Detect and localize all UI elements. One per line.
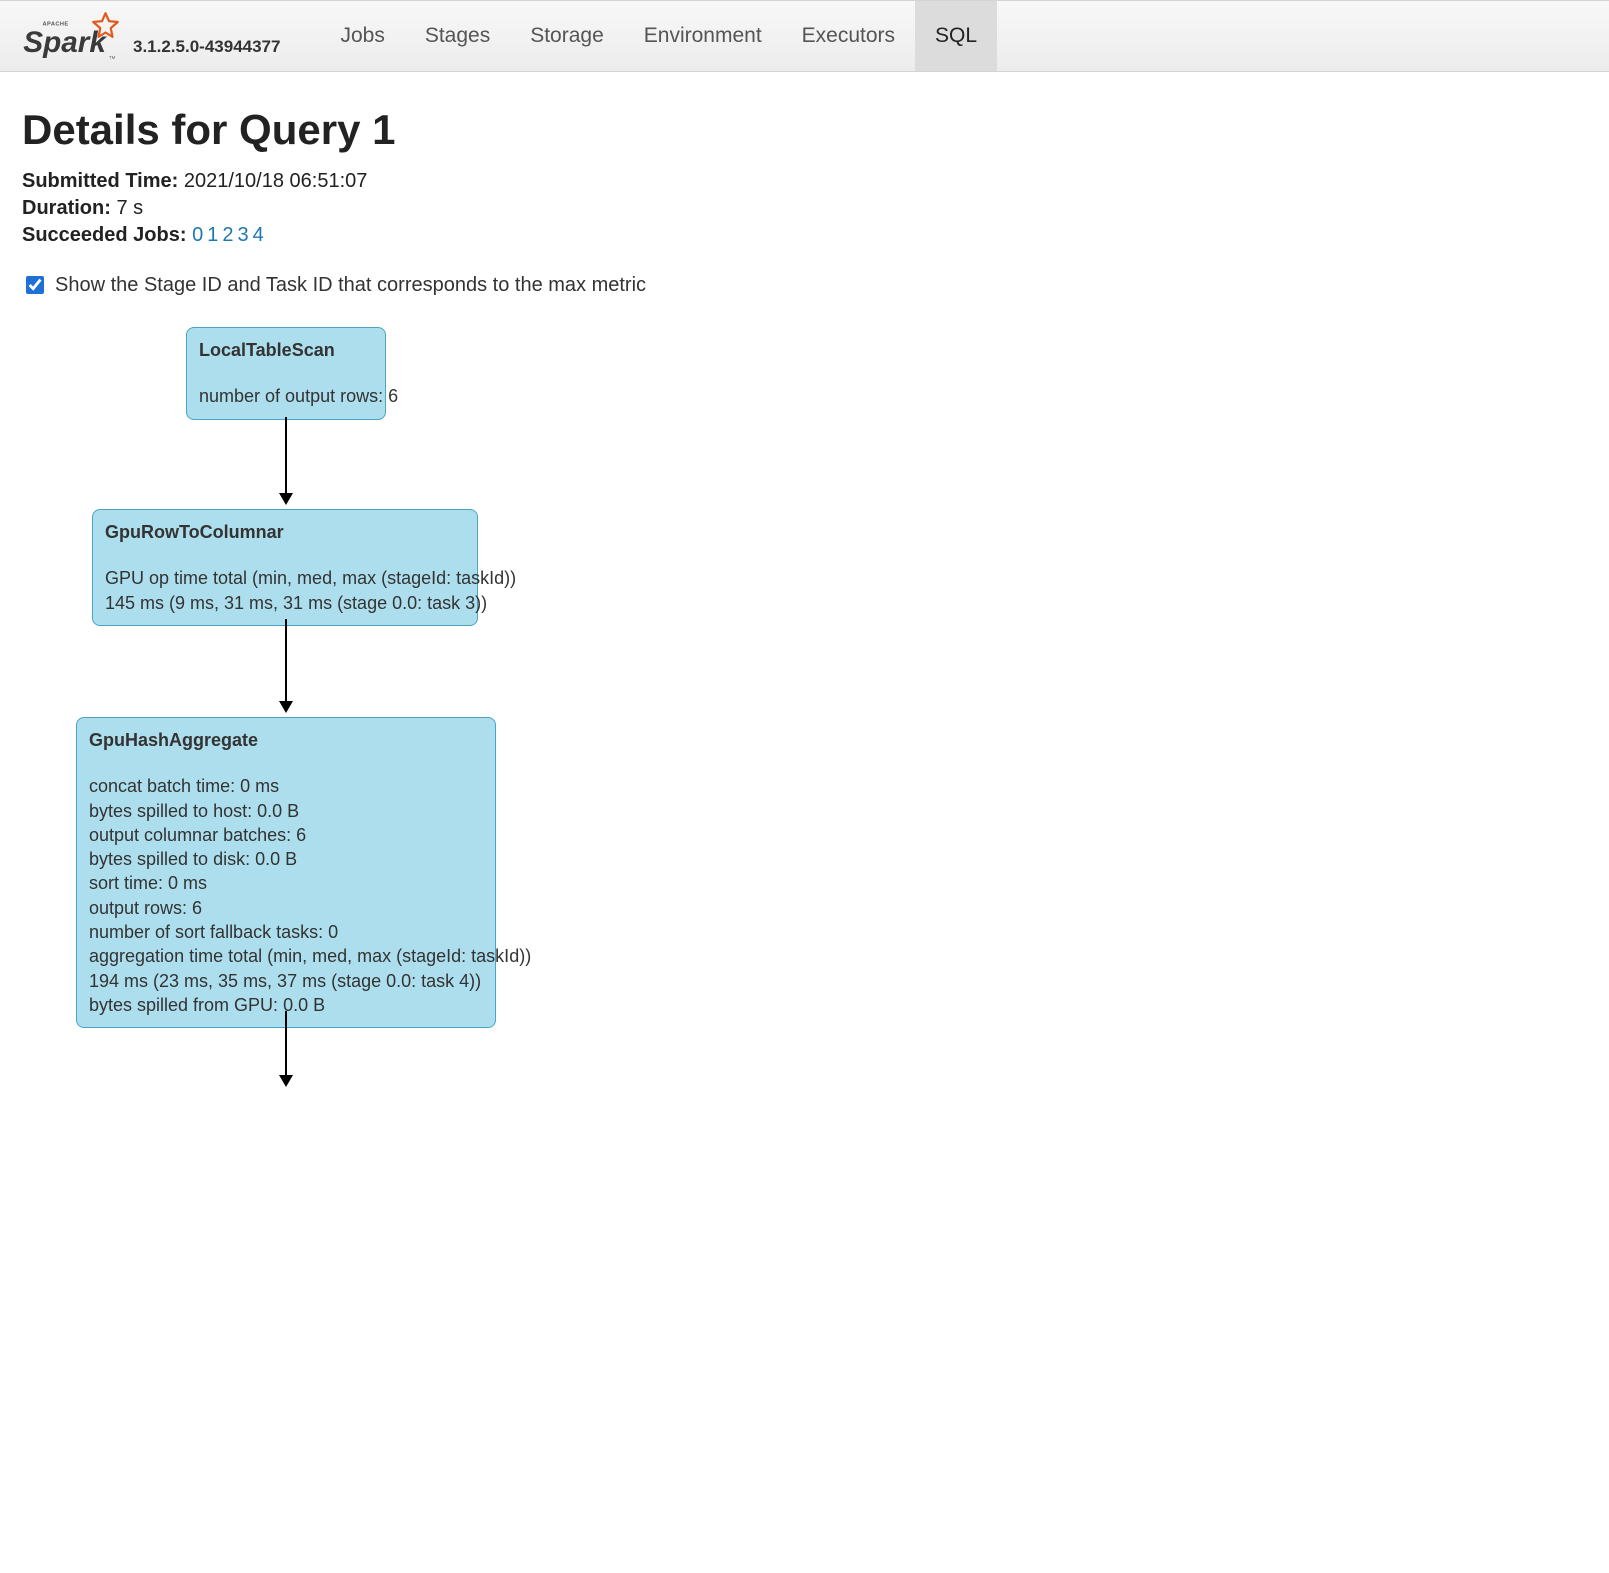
submitted-time-label: Submitted Time: xyxy=(22,170,178,192)
version-label: 3.1.2.5.0-43944377 xyxy=(133,37,280,57)
duration-label: Duration: xyxy=(22,197,111,219)
dag-node-metric: 145 ms (9 ms, 31 ms, 31 ms (stage 0.0: t… xyxy=(105,591,465,615)
nav-tab-environment[interactable]: Environment xyxy=(624,1,782,71)
succeeded-job-link[interactable]: 1 xyxy=(207,224,218,246)
dag-node-local-table-scan[interactable]: LocalTableScan number of output rows: 6 xyxy=(186,327,386,420)
succeeded-jobs-links: 01234 xyxy=(192,224,268,246)
show-stage-checkbox-label: Show the Stage ID and Task ID that corre… xyxy=(55,274,646,297)
dag-edge-arrowhead-icon xyxy=(279,1075,293,1087)
dag-edge-arrowhead-icon xyxy=(279,493,293,505)
dag-node-metric: output rows: 6 xyxy=(89,896,483,920)
succeeded-job-link[interactable]: 4 xyxy=(253,224,264,246)
brand: APACHE Spark TM 3.1.2.5.0-43944377 xyxy=(18,9,280,63)
submitted-time-value: 2021/10/18 06:51:07 xyxy=(184,170,368,192)
dag-node-gpu-hash-aggregate[interactable]: GpuHashAggregateconcat batch time: 0 msb… xyxy=(76,717,496,1028)
nav-tabs: JobsStagesStorageEnvironmentExecutorsSQL xyxy=(320,1,997,71)
nav-tab-storage[interactable]: Storage xyxy=(510,1,624,71)
show-stage-checkbox[interactable] xyxy=(26,276,44,294)
show-stage-checkbox-row[interactable]: Show the Stage ID and Task ID that corre… xyxy=(22,273,1587,297)
dag-node-metric: bytes spilled to disk: 0.0 B xyxy=(89,847,483,871)
svg-text:TM: TM xyxy=(109,55,116,60)
dag-edge xyxy=(285,1011,287,1077)
dag-node-metric: sort time: 0 ms xyxy=(89,871,483,895)
page-content: Details for Query 1 Submitted Time: 2021… xyxy=(0,72,1609,1107)
nav-tab-sql[interactable]: SQL xyxy=(915,1,997,71)
dag-node-gpu-row-to-columnar[interactable]: GpuRowToColumnar GPU op time total (min, … xyxy=(92,509,478,626)
succeeded-job-link[interactable]: 2 xyxy=(222,224,233,246)
submitted-time-line: Submitted Time: 2021/10/18 06:51:07 xyxy=(22,170,1587,193)
dag-node-title: GpuRowToColumnar xyxy=(105,520,465,544)
navbar: APACHE Spark TM 3.1.2.5.0-43944377 JobsS… xyxy=(0,0,1609,72)
dag-node-metric: aggregation time total (min, med, max (s… xyxy=(89,944,483,968)
dag-node-title: GpuHashAggregate xyxy=(89,728,483,752)
spark-logo-icon: APACHE Spark TM xyxy=(18,9,123,63)
dag-edge-arrowhead-icon xyxy=(279,701,293,713)
succeeded-job-link[interactable]: 3 xyxy=(237,224,248,246)
dag-node-metric: 194 ms (23 ms, 35 ms, 37 ms (stage 0.0: … xyxy=(89,969,483,993)
succeeded-jobs-line: Succeeded Jobs: 01234 xyxy=(22,224,1587,247)
dag-edge xyxy=(285,417,287,495)
dag-node-metric: number of sort fallback tasks: 0 xyxy=(89,920,483,944)
dag-node-metric: GPU op time total (min, med, max (stageI… xyxy=(105,566,465,590)
succeeded-job-link[interactable]: 0 xyxy=(192,224,203,246)
nav-tab-jobs[interactable]: Jobs xyxy=(320,1,404,71)
dag-node-metric: output columnar batches: 6 xyxy=(89,823,483,847)
succeeded-jobs-label: Succeeded Jobs: xyxy=(22,224,187,246)
dag-node-title: LocalTableScan xyxy=(199,338,373,362)
dag-visualization: LocalTableScan number of output rows: 6 Gp… xyxy=(22,327,1587,1087)
dag-node-metric: concat batch time: 0 ms xyxy=(89,774,483,798)
svg-text:Spark: Spark xyxy=(23,26,107,59)
page-title: Details for Query 1 xyxy=(22,106,1587,154)
dag-node-metric: number of output rows: 6 xyxy=(199,384,373,408)
nav-tab-stages[interactable]: Stages xyxy=(405,1,510,71)
duration-value: 7 s xyxy=(116,197,143,219)
dag-node-metric: bytes spilled to host: 0.0 B xyxy=(89,799,483,823)
nav-tab-executors[interactable]: Executors xyxy=(782,1,915,71)
duration-line: Duration: 7 s xyxy=(22,197,1587,220)
dag-edge xyxy=(285,619,287,703)
